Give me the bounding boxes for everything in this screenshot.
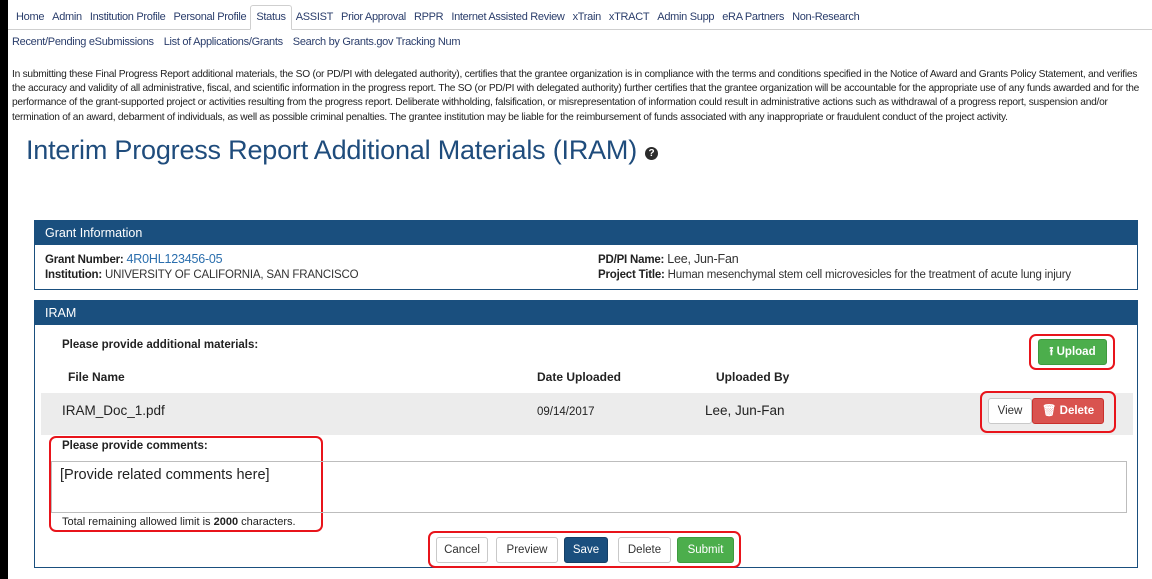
institution-label: Institution: (45, 269, 102, 281)
left-border (0, 0, 8, 579)
top-navigation: Home Admin Institution Profile Personal … (8, 0, 1152, 30)
limit-suffix: characters. (238, 516, 296, 528)
page-frame: Home Admin Institution Profile Personal … (8, 0, 1152, 579)
column-file-name: File Name (68, 370, 125, 384)
grant-number-link[interactable]: 4R0HL123456-05 (127, 252, 223, 266)
pdpi-value: Lee, Jun-Fan (667, 252, 739, 266)
subnav-recent-pending[interactable]: Recent/Pending eSubmissions (12, 36, 154, 48)
uploaded-by-cell: Lee, Jun-Fan (705, 403, 785, 418)
upload-icon: ⭱ (1049, 346, 1054, 358)
institution-value: UNIVERSITY OF CALIFORNIA, SAN FRANCISCO (105, 269, 359, 281)
provide-materials-label: Please provide additional materials: (62, 339, 259, 351)
grant-number-field: Grant Number: 4R0HL123456-05 (45, 252, 223, 266)
limit-prefix: Total remaining allowed limit is (62, 516, 214, 528)
grant-information-heading: Grant Information (35, 221, 1137, 245)
column-uploaded-by: Uploaded By (716, 370, 790, 384)
delete-button[interactable]: Delete (618, 537, 671, 563)
subnav-search-tracking[interactable]: Search by Grants.gov Tracking Num (293, 36, 461, 48)
trash-icon: 🗑 (1041, 405, 1057, 417)
project-title-field: Project Title: Human mesenchymal stem ce… (598, 269, 1071, 281)
project-title-value: Human mesenchymal stem cell microvesicle… (667, 269, 1071, 281)
upload-label: Upload (1056, 346, 1096, 358)
nav-home[interactable]: Home (12, 11, 48, 29)
cancel-button[interactable]: Cancel (436, 537, 488, 563)
subnav-list-applications[interactable]: List of Applications/Grants (164, 36, 283, 48)
iram-heading: IRAM (35, 301, 1137, 325)
grant-number-label: Grant Number: (45, 254, 124, 266)
nav-rppr[interactable]: RPPR (410, 11, 447, 29)
delete-file-label: Delete (1059, 405, 1095, 417)
nav-status[interactable]: Status (250, 5, 292, 30)
page-title-row: Interim Progress Report Additional Mater… (26, 135, 1152, 166)
nav-internet-assisted-review[interactable]: Internet Assisted Review (447, 11, 568, 29)
nav-assist[interactable]: ASSIST (292, 11, 337, 29)
nav-prior-approval[interactable]: Prior Approval (337, 11, 410, 29)
nav-admin-supp[interactable]: Admin Supp (653, 11, 718, 29)
preview-button[interactable]: Preview (496, 537, 558, 563)
limit-value: 2000 (213, 516, 239, 528)
certification-text: In submitting these Final Progress Repor… (12, 69, 1140, 123)
nav-admin[interactable]: Admin (48, 11, 86, 29)
institution-field: Institution: UNIVERSITY OF CALIFORNIA, S… (45, 269, 359, 281)
page-title: Interim Progress Report Additional Mater… (26, 134, 638, 165)
nav-personal-profile[interactable]: Personal Profile (169, 11, 250, 29)
nav-xtrain[interactable]: xTrain (569, 11, 605, 29)
sub-navigation: Recent/Pending eSubmissions List of Appl… (8, 30, 1152, 54)
pdpi-field: PD/PI Name: Lee, Jun-Fan (598, 252, 739, 266)
delete-file-button[interactable]: 🗑 Delete (1032, 398, 1104, 424)
iram-body: Please provide additional materials: ⭱ U… (35, 325, 1137, 568)
nav-xtract[interactable]: xTRACT (605, 11, 653, 29)
view-button[interactable]: View (988, 398, 1032, 424)
column-date-uploaded: Date Uploaded (537, 370, 622, 384)
save-button[interactable]: Save (564, 537, 608, 563)
character-limit-text: Total remaining allowed limit is 2000 ch… (62, 516, 296, 528)
pdpi-label: PD/PI Name: (598, 254, 665, 266)
file-name-cell[interactable]: IRAM_Doc_1.pdf (62, 403, 165, 418)
upload-button[interactable]: ⭱ Upload (1038, 339, 1107, 365)
comments-label: Please provide comments: (62, 440, 208, 452)
comments-textarea[interactable]: [Provide related comments here] (51, 461, 1127, 513)
submit-button[interactable]: Submit (677, 537, 734, 563)
nav-institution-profile[interactable]: Institution Profile (86, 11, 170, 29)
grant-information-body: Grant Number: 4R0HL123456-05 Institution… (35, 245, 1137, 289)
question-circle-icon[interactable]: ? (645, 146, 659, 160)
grant-information-panel: Grant Information Grant Number: 4R0HL123… (34, 220, 1138, 290)
project-title-label: Project Title: (598, 269, 665, 281)
date-uploaded-cell: 09/14/2017 (537, 406, 595, 418)
iram-panel: IRAM Please provide additional materials… (34, 300, 1138, 568)
nav-non-research[interactable]: Non-Research (788, 11, 863, 29)
nav-era-partners[interactable]: eRA Partners (718, 11, 788, 29)
